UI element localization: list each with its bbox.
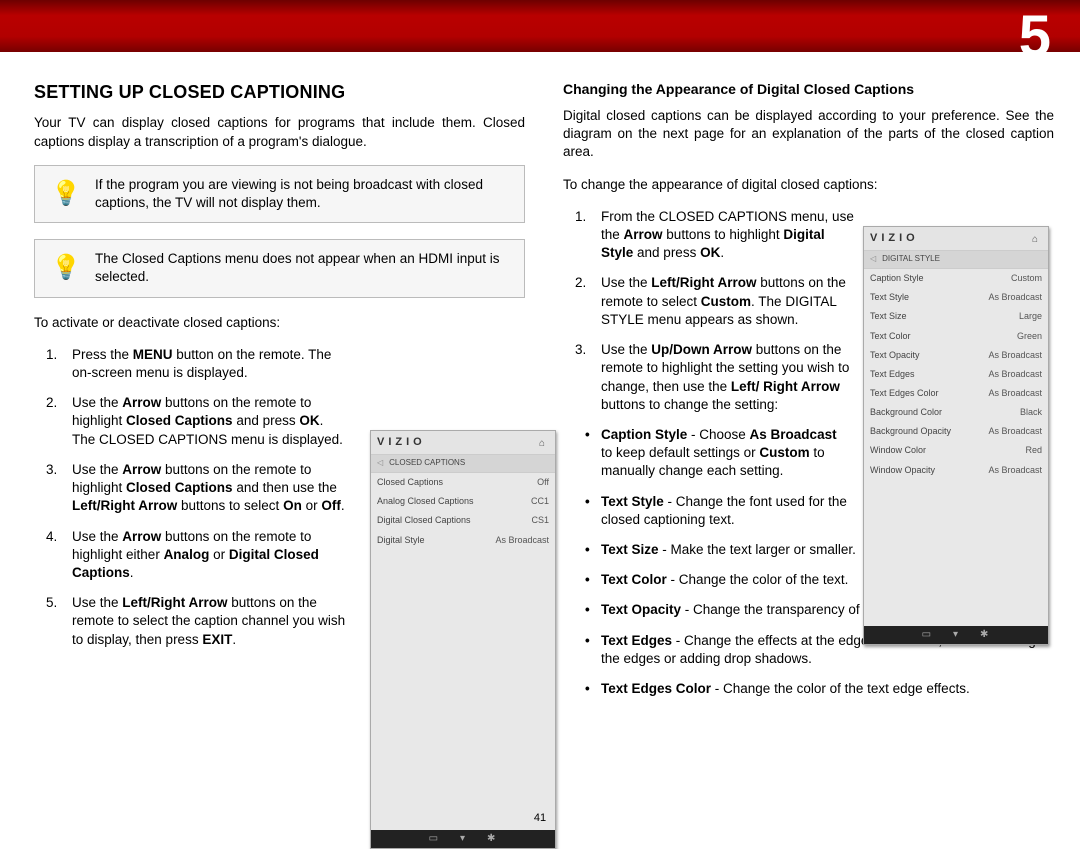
osd-panel-digital-style: VIZIO ⌂ ◁ DIGITAL STYLE Caption StyleCus… <box>863 226 1049 645</box>
setting-item: Text Style - Change the font used for th… <box>601 493 851 529</box>
steps-lead: To activate or deactivate closed caption… <box>34 314 525 332</box>
chevron-down-icon: ▾ <box>460 832 467 846</box>
panel-row: Caption StyleCustom <box>864 269 1048 288</box>
panel-row: Text EdgesAs Broadcast <box>864 364 1048 383</box>
subsection-title: Changing the Appearance of Digital Close… <box>563 80 1054 99</box>
back-icon: ◁ <box>870 254 876 265</box>
home-icon: ⌂ <box>539 437 549 447</box>
gear-icon: ✱ <box>487 832 497 846</box>
wide-icon: ▭ <box>429 832 440 846</box>
step-item: Use the Arrow buttons on the remote to h… <box>68 528 348 583</box>
chevron-down-icon: ▾ <box>953 628 960 642</box>
panel-footer: ▭ ▾ ✱ <box>371 830 555 848</box>
setting-item: Caption Style - Choose As Broadcast to k… <box>601 426 851 481</box>
chapter-band: 5 <box>0 0 1080 52</box>
panel-row: Background ColorBlack <box>864 403 1048 422</box>
setting-item: Text Edges Color - Change the color of t… <box>601 680 1054 698</box>
step-item: Use the Arrow buttons on the remote to h… <box>68 461 348 516</box>
step-item: Press the MENU button on the remote. The… <box>68 346 348 382</box>
panel-rows: Closed CaptionsOffAnalog Closed Captions… <box>371 473 555 550</box>
lightbulb-icon: 💡 <box>49 177 83 211</box>
panel-row: Digital Closed CaptionsCS1 <box>371 511 555 530</box>
section-title: Setting up Closed Captioning <box>34 80 525 104</box>
left-column: Setting up Closed Captioning Your TV can… <box>34 80 525 710</box>
panel-row: Background OpacityAs Broadcast <box>864 422 1048 441</box>
right-column: Changing the Appearance of Digital Close… <box>563 80 1054 710</box>
panel-rows: Caption StyleCustomText StyleAs Broadcas… <box>864 269 1048 480</box>
chapter-number: 5 <box>1019 0 1050 76</box>
home-icon: ⌂ <box>1032 233 1042 243</box>
lightbulb-icon: 💡 <box>49 251 83 285</box>
panel-row: Text ColorGreen <box>864 326 1048 345</box>
step-item: Use the Arrow buttons on the remote to h… <box>68 394 348 449</box>
panel-crumb: CLOSED CAPTIONS <box>389 458 465 469</box>
panel-row: Text OpacityAs Broadcast <box>864 345 1048 364</box>
panel-row: Text SizeLarge <box>864 307 1048 326</box>
panel-row: Window OpacityAs Broadcast <box>864 460 1048 479</box>
step-item: Use the Up/Down Arrow buttons on the rem… <box>597 341 855 414</box>
note-text: The Closed Captions menu does not appear… <box>95 250 510 286</box>
panel-row: Closed CaptionsOff <box>371 473 555 492</box>
osd-panel-closed-captions: VIZIO ⌂ ◁ CLOSED CAPTIONS Closed Caption… <box>370 430 556 849</box>
panel-footer: ▭ ▾ ✱ <box>864 626 1048 644</box>
panel-row: Window ColorRed <box>864 441 1048 460</box>
wide-icon: ▭ <box>922 628 933 642</box>
note-box-1: 💡 If the program you are viewing is not … <box>34 165 525 223</box>
panel-row: Digital StyleAs Broadcast <box>371 530 555 549</box>
panel-row: Analog Closed CaptionsCC1 <box>371 492 555 511</box>
panel-row: Text Edges ColorAs Broadcast <box>864 383 1048 402</box>
panel-row: Text StyleAs Broadcast <box>864 288 1048 307</box>
step-item: Use the Left/Right Arrow buttons on the … <box>597 274 855 329</box>
intro-para: Digital closed captions can be displayed… <box>563 107 1054 162</box>
note-text: If the program you are viewing is not be… <box>95 176 510 212</box>
note-box-2: 💡 The Closed Captions menu does not appe… <box>34 239 525 297</box>
step-item: From the CLOSED CAPTIONS menu, use the A… <box>597 208 855 263</box>
panel-brand: VIZIO <box>377 435 426 450</box>
intro-para: Your TV can display closed captions for … <box>34 114 525 150</box>
page-body: Setting up Closed Captioning Your TV can… <box>0 52 1080 710</box>
page-number: 41 <box>534 811 546 826</box>
steps-lead: To change the appearance of digital clos… <box>563 176 1054 194</box>
gear-icon: ✱ <box>980 628 990 642</box>
back-icon: ◁ <box>377 458 383 469</box>
panel-brand: VIZIO <box>870 231 919 246</box>
panel-crumb: DIGITAL STYLE <box>882 254 940 265</box>
step-item: Use the Left/Right Arrow buttons on the … <box>68 594 348 649</box>
